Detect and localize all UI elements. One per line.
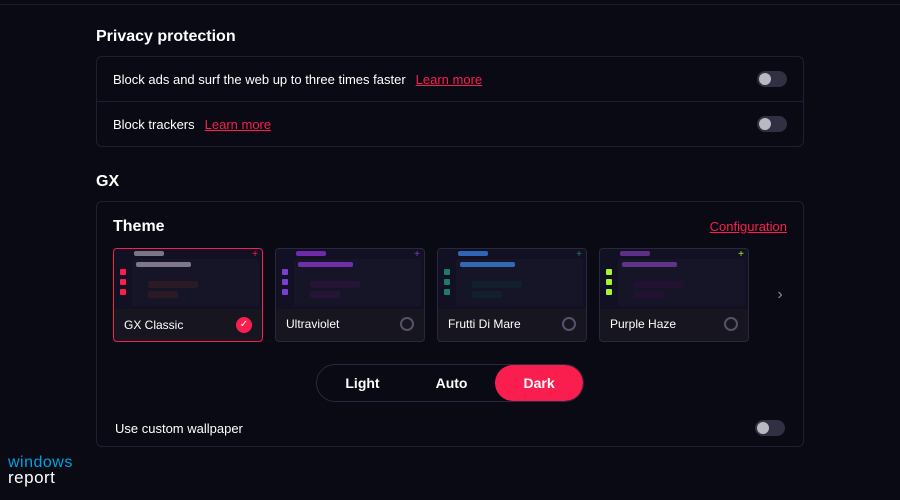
theme-tiles: + GX Classic ✓ + [113, 248, 759, 342]
theme-name: Ultraviolet [286, 317, 339, 331]
block-trackers-learn-more-link[interactable]: Learn more [205, 117, 271, 132]
block-ads-toggle[interactable] [757, 71, 787, 87]
privacy-section-title: Privacy protection [96, 28, 804, 46]
chevron-right-icon: › [777, 286, 782, 303]
check-icon: ✓ [236, 317, 252, 333]
theme-preview: + [600, 249, 748, 309]
privacy-card: Block ads and surf the web up to three t… [96, 56, 804, 147]
watermark-line2: report [8, 470, 73, 486]
theme-preview: + [114, 249, 262, 309]
block-ads-learn-more-link[interactable]: Learn more [416, 72, 482, 87]
theme-name: Purple Haze [610, 317, 676, 331]
theme-preview: + [276, 249, 424, 309]
block-ads-row: Block ads and surf the web up to three t… [97, 57, 803, 101]
theme-preview: + [438, 249, 586, 309]
theme-name: Frutti Di Mare [448, 317, 521, 331]
theme-tile-purple-haze[interactable]: + Purple Haze [599, 248, 749, 342]
gx-section-title: GX [96, 173, 804, 191]
radio-icon [724, 317, 738, 331]
theme-tile-frutti-di-mare[interactable]: + Frutti Di Mare [437, 248, 587, 342]
custom-wallpaper-label: Use custom wallpaper [115, 421, 243, 436]
mode-dark-button[interactable]: Dark [495, 365, 582, 401]
custom-wallpaper-toggle[interactable] [755, 420, 785, 436]
block-trackers-row: Block trackers Learn more [97, 101, 803, 146]
theme-tile-gx-classic[interactable]: + GX Classic ✓ [113, 248, 263, 342]
themes-next-button[interactable]: › [769, 286, 787, 304]
theme-title: Theme [113, 218, 165, 236]
block-trackers-label: Block trackers [113, 117, 195, 132]
radio-icon [400, 317, 414, 331]
color-mode-segmented: Light Auto Dark [316, 364, 583, 402]
configuration-link[interactable]: Configuration [710, 219, 787, 234]
mode-light-button[interactable]: Light [317, 365, 407, 401]
watermark: windows report [8, 455, 73, 486]
radio-icon [562, 317, 576, 331]
theme-tile-ultraviolet[interactable]: + Ultraviolet [275, 248, 425, 342]
custom-wallpaper-row: Use custom wallpaper [113, 420, 787, 446]
mode-auto-button[interactable]: Auto [408, 365, 496, 401]
theme-card: Theme Configuration + GX Classic ✓ [96, 201, 804, 447]
block-ads-label: Block ads and surf the web up to three t… [113, 72, 406, 87]
block-trackers-toggle[interactable] [757, 116, 787, 132]
theme-name: GX Classic [124, 318, 183, 332]
